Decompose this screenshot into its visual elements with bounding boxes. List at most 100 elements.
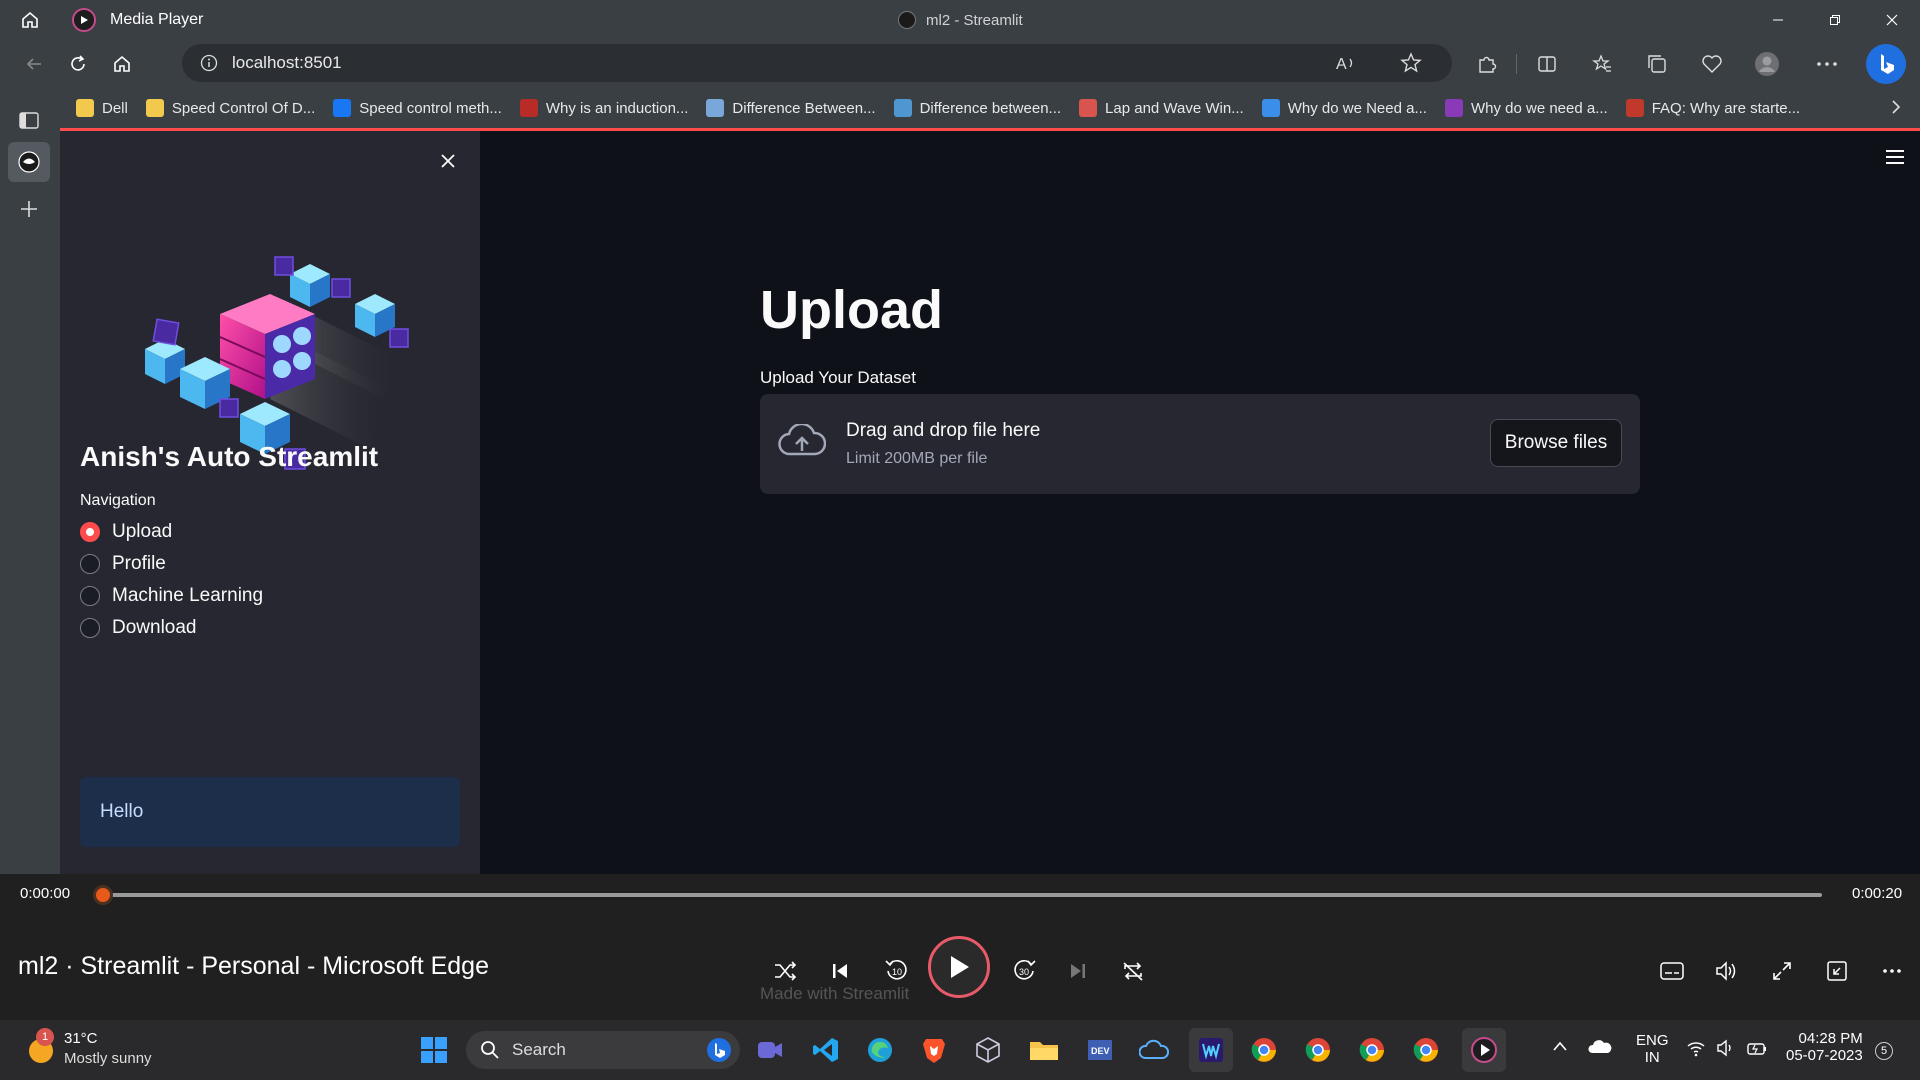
bookmark-item[interactable]: Difference Between... [706,99,876,117]
minimize-button[interactable] [1749,0,1806,40]
taskbar-chrome-4[interactable] [1406,1030,1446,1070]
site-icon [1079,99,1098,117]
extensions-button[interactable] [1465,44,1509,84]
start-button[interactable] [414,1030,454,1070]
nav-radio-upload[interactable]: Upload [80,521,172,543]
clock[interactable]: 04:28 PM 05-07-2023 [1786,1030,1863,1064]
bookmark-item[interactable]: Speed Control Of D... [145,99,316,117]
bookmark-label: Why do we need a... [1470,99,1608,117]
svg-text:DEV: DEV [1091,1046,1110,1056]
chrome-icon [1413,1038,1438,1062]
refresh-button[interactable] [56,44,100,84]
wifi-icon [1687,1042,1705,1057]
chrome-icon [1305,1038,1330,1062]
seek-bar[interactable] [93,885,1822,905]
media-title: ml2 · Streamlit - Personal - Microsoft E… [18,952,489,980]
more-options-button[interactable] [1805,44,1849,84]
bookmark-item[interactable]: Why do we need a... [1444,99,1608,117]
taskbar-chrome-1[interactable] [1244,1030,1284,1070]
tab-actions-button[interactable] [18,110,40,130]
vertical-tab-streamlit[interactable] [8,142,50,182]
taskbar-file-explorer[interactable] [1024,1030,1064,1070]
bookmark-item[interactable]: Difference between... [893,99,1061,117]
info-alert-text: Hello [100,801,144,822]
bookmark-item[interactable]: FAQ: Why are starte... [1625,99,1800,117]
new-tab-button[interactable] [18,198,40,220]
profile-button[interactable] [1745,44,1789,84]
taskbar-cloud-app[interactable] [1134,1030,1174,1070]
quora-icon [519,99,538,117]
notification-count-badge[interactable]: 5 [1875,1042,1893,1060]
taskbar-media-player[interactable] [1462,1028,1506,1072]
split-screen-button[interactable] [1525,44,1569,84]
show-hidden-icons-button[interactable] [1552,1040,1568,1052]
skip-next-icon [1071,964,1085,978]
next-button[interactable] [1063,956,1093,986]
seek-bar-thumb[interactable] [93,885,113,905]
chevron-up-icon [1553,1041,1567,1051]
system-tray-status[interactable] [1686,1039,1768,1057]
player-more-button[interactable] [1877,956,1907,986]
hamburger-menu-icon [1886,150,1904,164]
favorite-button[interactable] [1400,52,1422,74]
taskbar-chrome-2[interactable] [1298,1030,1338,1070]
bookmark-label: Speed Control Of D... [171,99,316,117]
mini-player-button[interactable] [1822,956,1852,986]
nav-radio-download[interactable]: Download [80,617,197,639]
taskbar-dev-app[interactable]: DEV [1080,1030,1120,1070]
nav-radio-profile[interactable]: Profile [80,553,166,575]
url-text: localhost:8501 [232,53,342,72]
browser-essentials-button[interactable] [1690,44,1734,84]
taskbar-chrome-3[interactable] [1352,1030,1392,1070]
previous-button[interactable] [825,956,855,986]
home-button[interactable] [0,0,60,40]
taskbar-meet-app[interactable] [750,1030,790,1070]
read-aloud-button[interactable]: A [1336,53,1358,73]
bookmark-item[interactable]: Dell [76,99,128,117]
browse-files-button[interactable]: Browse files [1490,419,1622,467]
taskbar-3d-app[interactable] [968,1030,1008,1070]
collections-icon [1648,55,1666,73]
fullscreen-button[interactable] [1767,956,1797,986]
bing-chat-button[interactable] [1866,44,1906,84]
folder-icon [76,99,94,117]
address-bar[interactable]: localhost:8501 A [182,44,1452,82]
main-menu-button[interactable] [1884,149,1906,165]
favorites-button[interactable] [1580,44,1624,84]
bookmark-item[interactable]: Speed control meth... [333,99,502,117]
nav-radio-machine-learning[interactable]: Machine Learning [80,585,263,607]
repeat-button[interactable] [1118,956,1148,986]
shuffle-button[interactable] [770,956,800,986]
taskbar-search[interactable]: Search [466,1031,740,1069]
close-window-button[interactable] [1863,0,1920,40]
back-button[interactable] [12,44,56,84]
weather-widget[interactable]: 1 [24,1028,58,1066]
search-icon [481,1041,499,1059]
more-bookmarks-button[interactable] [1890,98,1902,116]
sidebar-app-title: Anish's Auto Streamlit [80,441,379,472]
browser-home-button[interactable] [100,44,144,84]
collections-button[interactable] [1635,44,1679,84]
bookmark-item[interactable]: Why do we Need a... [1261,99,1427,117]
volume-button[interactable] [1712,956,1742,986]
taskbar-vscode[interactable] [806,1030,846,1070]
file-uploader-dropzone[interactable]: Drag and drop file here Limit 200MB per … [760,394,1640,494]
tabs-icon [19,112,39,129]
bookmark-item[interactable]: Why is an induction... [519,99,688,117]
onedrive-button[interactable] [1588,1038,1612,1054]
rewind-10-button[interactable]: 10 [880,954,914,988]
taskbar-edge[interactable] [860,1030,900,1070]
info-icon [333,99,352,117]
play-button[interactable] [928,936,990,998]
bookmark-item[interactable]: Lap and Wave Win... [1079,99,1244,117]
taskbar-brave[interactable] [914,1030,954,1070]
close-sidebar-button[interactable] [440,153,456,169]
check-icon [1261,99,1280,117]
taskbar-wave-app[interactable] [1189,1028,1233,1072]
restore-button[interactable] [1806,0,1863,40]
plus-icon [21,201,37,217]
forward-30-button[interactable]: 30 [1007,954,1041,988]
close-icon [441,154,455,168]
captions-button[interactable] [1657,956,1687,986]
input-language[interactable]: ENG IN [1636,1032,1669,1066]
